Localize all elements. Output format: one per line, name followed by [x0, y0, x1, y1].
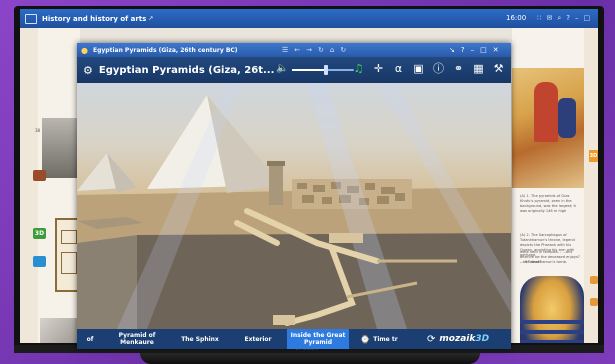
plan-room: [61, 252, 77, 274]
help-icon[interactable]: ?: [566, 13, 570, 23]
mozaik-logo-icon: ⟳: [427, 333, 436, 345]
expand-arrow-icon[interactable]: ↗: [148, 15, 153, 22]
right-book-page: (A) 1. The pyramids of Giza. Khufu's pyr…: [512, 28, 598, 343]
minimize-icon[interactable]: –: [471, 45, 475, 55]
brand-name: mozaik: [439, 334, 476, 344]
tab-time-travel[interactable]: ⌚ Time tr: [349, 329, 409, 349]
forward-icon[interactable]: →: [306, 45, 312, 55]
move-icon[interactable]: ✛: [372, 61, 385, 77]
monitor-stand: [140, 353, 480, 364]
tab-inside-the-great-pyramid[interactable]: Inside the Great Pyramid: [287, 329, 349, 349]
rotate-icon[interactable]: ↻: [340, 45, 346, 55]
3d-scene-icon[interactable]: 3D: [33, 228, 46, 239]
music-icon[interactable]: ♫: [352, 61, 365, 77]
pyramid-scene: [77, 83, 511, 329]
page-margin: [20, 28, 38, 343]
caption-1: (A) 1. The pyramids of Giza. Khufu's pyr…: [520, 194, 576, 213]
tower: [269, 163, 283, 205]
pyramid-photo: [40, 318, 80, 343]
close-icon[interactable]: ✕: [493, 45, 499, 55]
tab-label: Time tr: [373, 335, 398, 343]
apps-icon[interactable]: ∷: [537, 13, 541, 23]
window-nav: ☰ ← → ↻ ⌂ ↻: [282, 45, 346, 55]
3d-viewport[interactable]: [77, 83, 511, 329]
painting-figure: [558, 98, 576, 138]
mozaik-brand[interactable]: ⟳ mozaik3D: [423, 329, 511, 349]
body-text: ...of Tutankhamun's tomb.: [520, 260, 568, 264]
plan-room: [61, 230, 77, 244]
mozaik-logo: mozaik3D: [439, 334, 489, 344]
camera-icon[interactable]: ▣: [412, 61, 425, 77]
grid-icon[interactable]: ▦: [472, 61, 485, 77]
window-title-bar[interactable]: ● Egyptian Pyramids (Giza, 26th century …: [77, 43, 511, 57]
mail-icon[interactable]: ✉: [546, 13, 552, 23]
viewer-tools: ♫ ✛ α ▣ ⓘ ⚭ ▦ ⚒: [352, 61, 505, 77]
volume-slider-handle[interactable]: [324, 65, 329, 75]
resize-icon[interactable]: ↘: [449, 45, 455, 55]
volume-fill: [292, 69, 327, 71]
chamber: [273, 315, 295, 325]
egyptian-painting[interactable]: [512, 68, 584, 188]
settings-gear-icon[interactable]: ⚙: [83, 64, 93, 77]
kings-chamber: [329, 233, 363, 243]
scene-tabs: of Pyramid of Menkaure The Sphinx Exteri…: [77, 329, 511, 349]
help-icon[interactable]: ?: [461, 45, 465, 55]
tab-exterior[interactable]: Exterior: [229, 329, 287, 349]
maximize-icon[interactable]: □: [583, 13, 590, 23]
tab-previous[interactable]: of: [77, 329, 103, 349]
tab-pyramid-of-menkaure[interactable]: Pyramid of Menkaure: [103, 329, 171, 349]
menu-icon[interactable]: ☰: [282, 45, 288, 55]
viewer-toolbar: ⚙ Egyptian Pyramids (Giza, 26t... 🔈 ♫ ✛ α ▣…: [77, 57, 511, 83]
home-icon[interactable]: ⌂: [330, 45, 334, 55]
book-icon[interactable]: [25, 13, 37, 24]
page-number: 38: [35, 128, 41, 133]
link-icon[interactable]: ⚭: [452, 61, 465, 77]
book-title[interactable]: History and history of arts: [42, 15, 146, 23]
mask-stripe: [520, 330, 584, 334]
brand-suffix: 3D: [475, 334, 490, 344]
tower-top: [267, 161, 285, 166]
painting-figure: [534, 82, 558, 142]
window-title: Egyptian Pyramids (Giza, 26th century BC…: [93, 46, 238, 54]
maximize-icon[interactable]: □: [480, 45, 487, 55]
3d-viewer-window[interactable]: ● Egyptian Pyramids (Giza, 26th century …: [77, 43, 511, 349]
scene-title: Egyptian Pyramids (Giza, 26t...: [98, 64, 275, 76]
mask-stripe: [520, 340, 584, 343]
top-bar-icons: ∷ ✉ ⌕ ? – □: [537, 13, 590, 23]
search-icon[interactable]: ⌕: [557, 13, 561, 23]
alpha-icon[interactable]: α: [392, 61, 405, 77]
image-gallery-icon[interactable]: [33, 170, 46, 181]
minimize-icon[interactable]: –: [575, 13, 579, 23]
image-gallery-icon[interactable]: [590, 298, 598, 306]
mask-stripe: [520, 320, 584, 324]
page-margin: [584, 28, 598, 343]
historical-photo[interactable]: [42, 118, 80, 178]
wrench-icon[interactable]: ⚒: [492, 61, 505, 77]
clock: 16:00: [506, 14, 527, 22]
window-controls: ↘ ? – □ ✕: [449, 45, 499, 55]
tab-the-sphinx[interactable]: The Sphinx: [171, 329, 229, 349]
info-icon[interactable]: ⓘ: [432, 61, 445, 77]
speaker-icon[interactable]: 🔈: [276, 63, 288, 74]
refresh-icon[interactable]: ↻: [318, 45, 324, 55]
zoom-icon[interactable]: [33, 256, 46, 267]
volume-slider[interactable]: [292, 65, 354, 75]
back-icon[interactable]: ←: [294, 45, 300, 55]
time-travel-icon: ⌚: [360, 334, 371, 344]
left-book-page: 38 3D: [20, 28, 87, 343]
mozaik-app-icon: ●: [81, 45, 88, 55]
image-gallery-icon[interactable]: [590, 276, 598, 284]
3d-scene-icon[interactable]: 3D: [589, 150, 598, 162]
book-top-bar: History and history of arts ↗ 16:00 ∷ ✉ …: [20, 9, 598, 28]
tutankhamun-mask-image[interactable]: [520, 276, 584, 343]
